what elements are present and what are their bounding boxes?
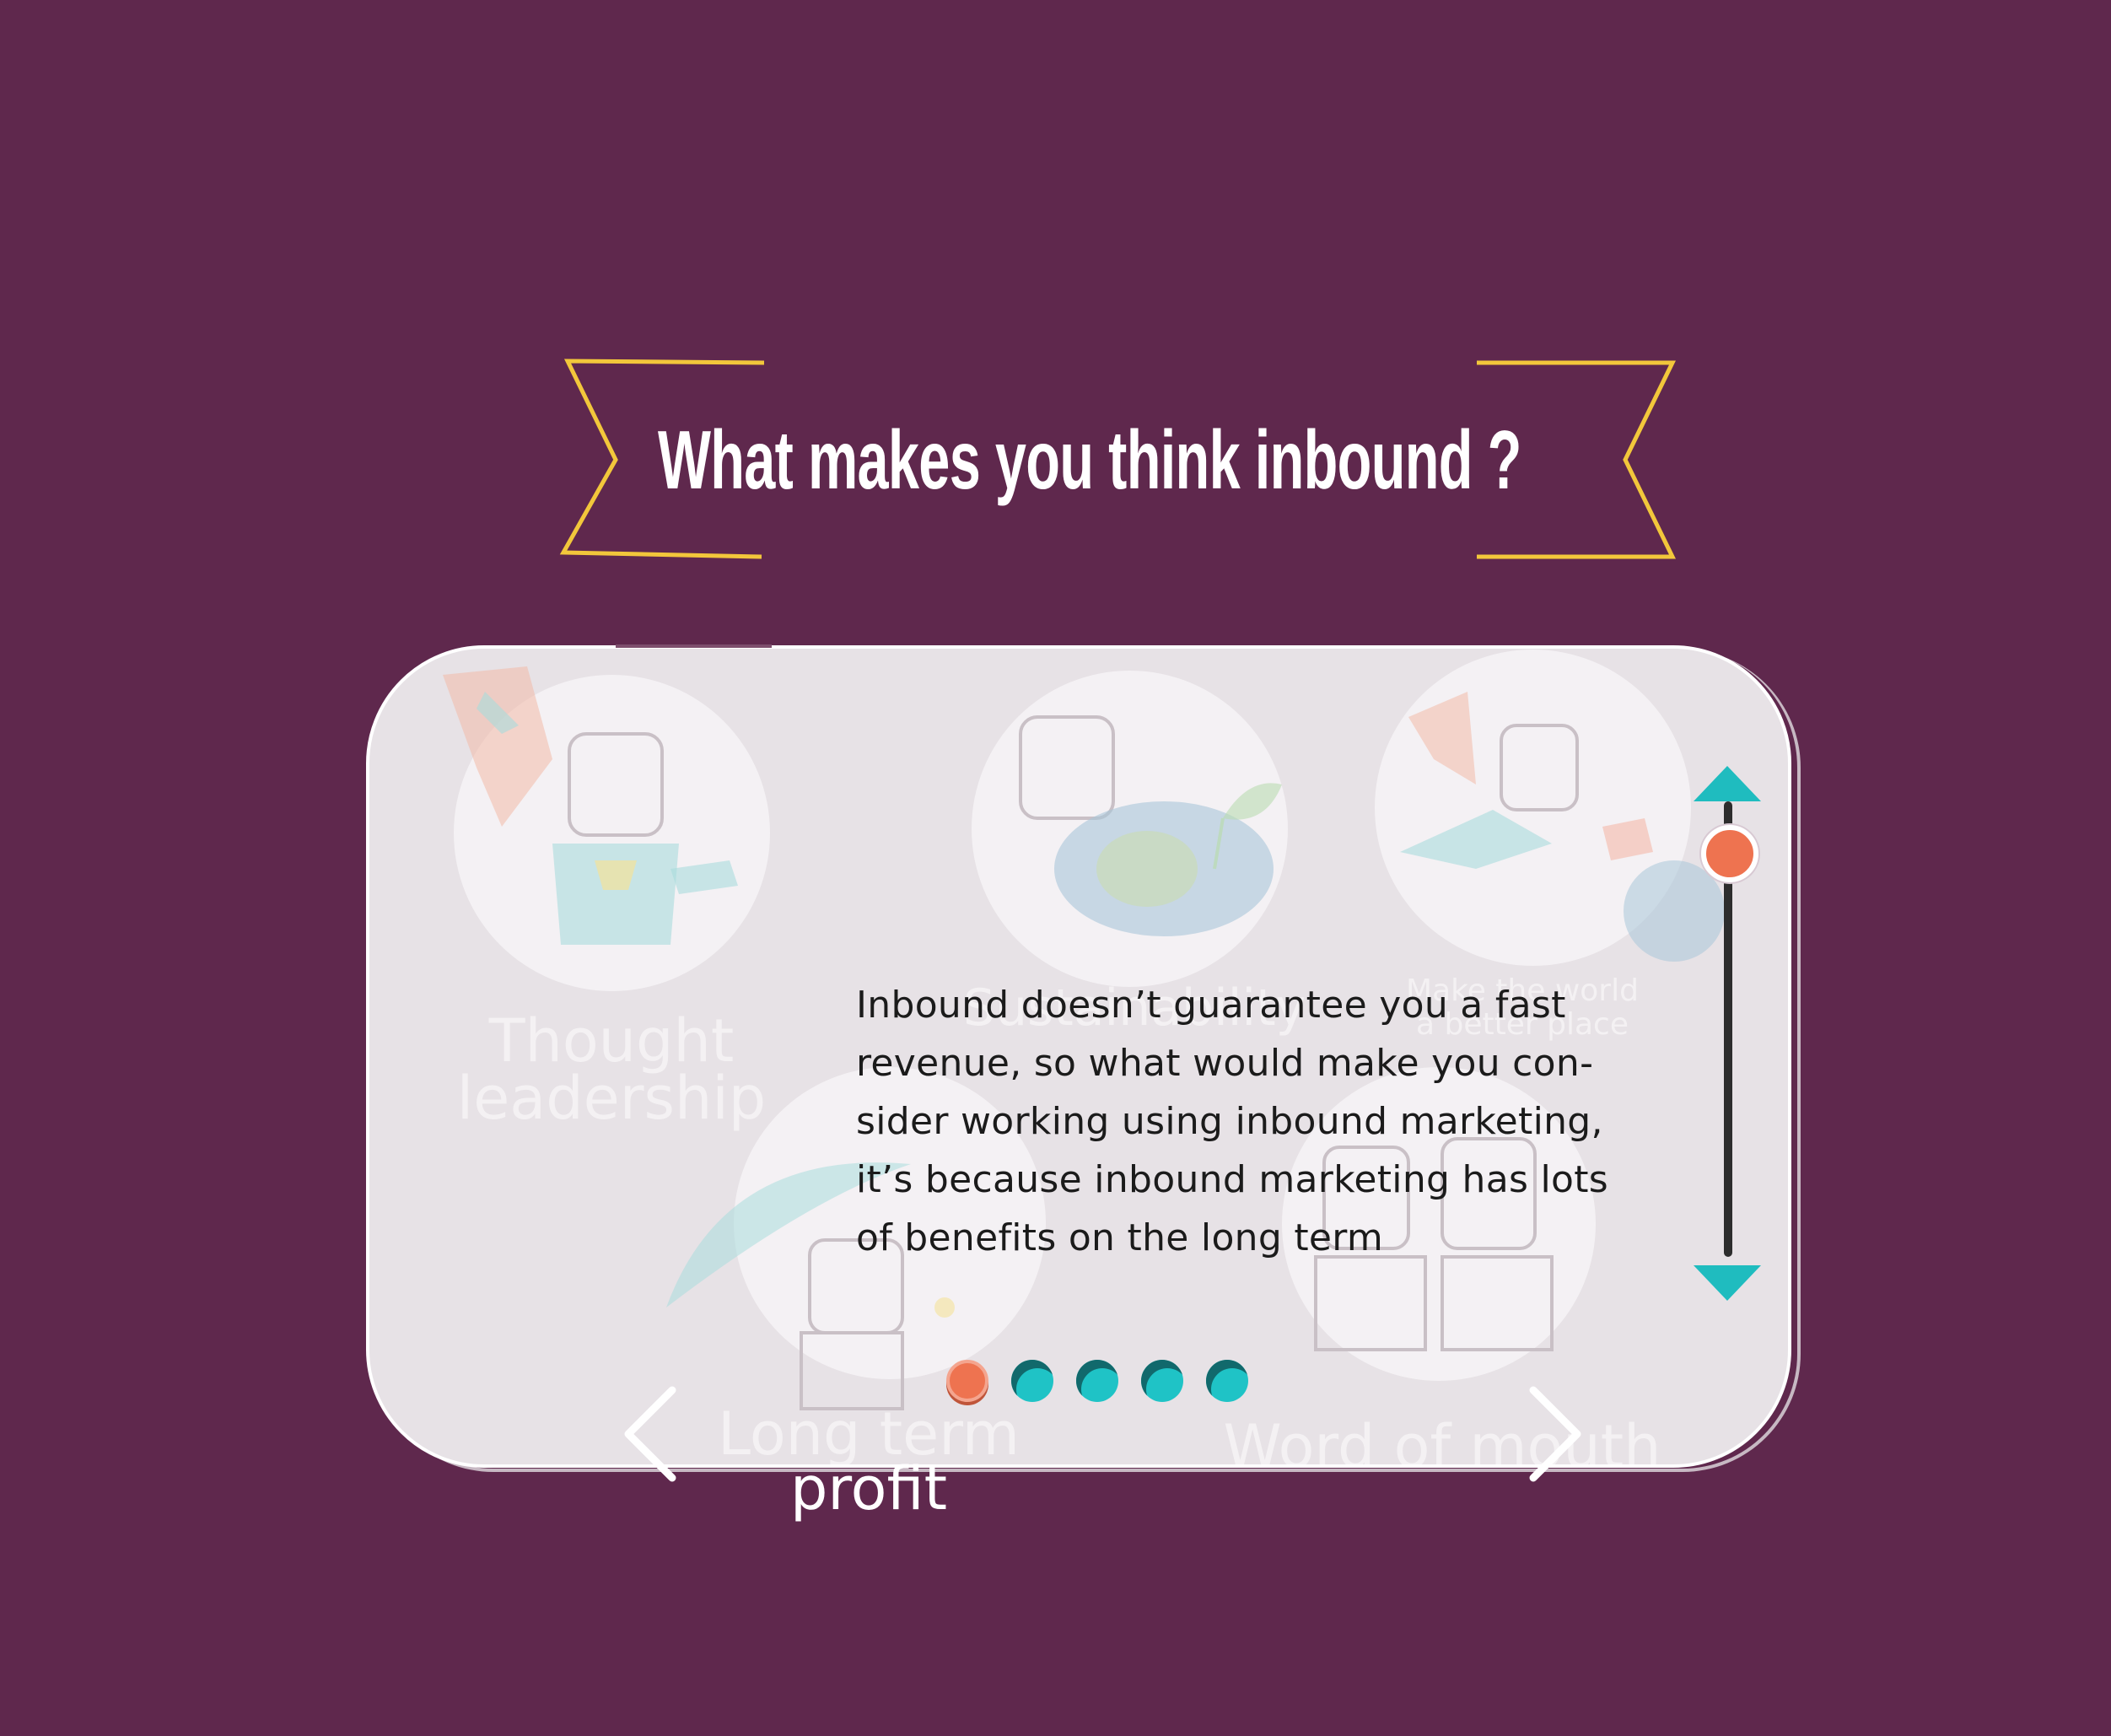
description-text: Inbound doesn’t guarantee you a fast rev… (856, 984, 1609, 1259)
benefit-circle-better-world (1375, 650, 1691, 966)
scroll-thumb[interactable] (1701, 825, 1758, 882)
benefit-circle-sustainability (972, 671, 1288, 987)
benefit-label-thought-leadership: Thought leadership (443, 1006, 780, 1133)
benefit-label-line: Thought (488, 1006, 735, 1076)
benefit-label-profit: profit (789, 1454, 948, 1523)
benefit-label-line: leadership (456, 1064, 767, 1133)
triangle-up-icon[interactable] (1694, 766, 1761, 801)
benefit-label-word-of-mouth: Word of mouth (1214, 1417, 1670, 1476)
pagination-dot[interactable] (1011, 1360, 1053, 1402)
chevron-left-icon[interactable] (620, 1383, 679, 1485)
chevron-right-icon[interactable] (1527, 1383, 1586, 1485)
card-top-mark (616, 644, 772, 648)
pagination-dot[interactable] (1206, 1360, 1248, 1402)
pagination-dot[interactable] (1141, 1360, 1183, 1402)
benefit-label-line: Word of mouth (1223, 1412, 1661, 1481)
triangle-down-icon[interactable] (1694, 1265, 1761, 1301)
page-title: What makes you think inbound ? (658, 413, 1521, 506)
pagination-dot[interactable] (1076, 1360, 1118, 1402)
benefit-circle-thought-leadership (454, 675, 770, 991)
pagination-dot[interactable] (946, 1360, 988, 1402)
